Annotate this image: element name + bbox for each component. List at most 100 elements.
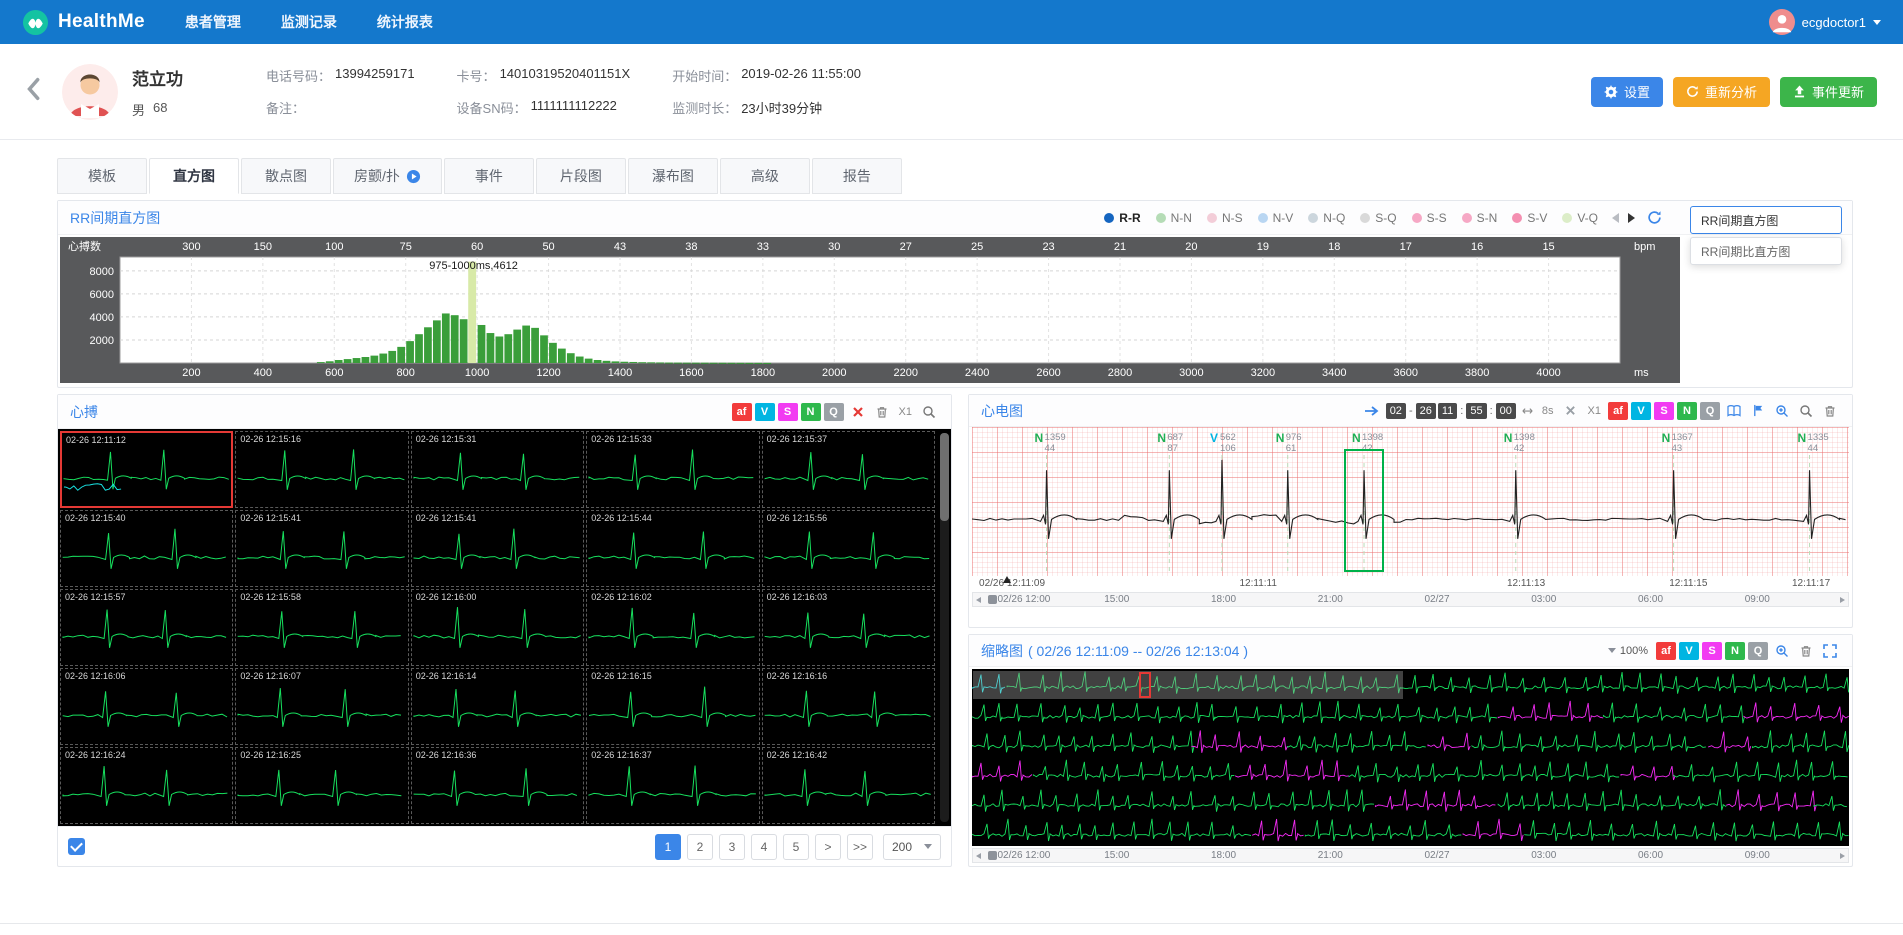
legend-item-N-Q[interactable]: N-Q (1308, 211, 1345, 225)
scroll-left-button[interactable] (976, 853, 981, 859)
datetime-segment[interactable]: 55 (1466, 403, 1486, 419)
datetime-segment[interactable]: 00 (1496, 403, 1516, 419)
beat-cell[interactable]: 02-26 12:16:03 (762, 589, 935, 666)
datetime-segment[interactable]: 26 (1416, 403, 1436, 419)
beat-cell[interactable]: 02-26 12:16:07 (235, 668, 408, 745)
user-menu[interactable]: ecgdoctor1 (1769, 9, 1881, 35)
class-button-af[interactable]: af (732, 403, 752, 421)
page-button-5[interactable]: 5 (783, 834, 809, 860)
beat-cell[interactable]: 02-26 12:15:37 (762, 431, 935, 508)
datetime-segment[interactable]: 02 (1386, 403, 1406, 419)
class-button-S[interactable]: S (1702, 642, 1722, 660)
legend-next-button[interactable] (1628, 213, 1635, 223)
scrollbar-thumb[interactable] (988, 595, 997, 604)
scroll-right-button[interactable] (1840, 597, 1845, 603)
beat-cell[interactable]: 02-26 12:15:40 (60, 510, 233, 587)
beats-scrollbar[interactable] (940, 433, 949, 822)
beat-cell[interactable]: 02-26 12:16:02 (586, 589, 759, 666)
class-button-V[interactable]: V (1631, 402, 1651, 420)
scrollbar-thumb[interactable] (940, 433, 949, 521)
nav-item-reports[interactable]: 统计报表 (377, 0, 433, 44)
selection-band[interactable] (973, 671, 1403, 699)
beat-cell[interactable]: 02-26 12:15:31 (411, 431, 584, 508)
scroll-right-button[interactable] (1840, 853, 1845, 859)
tab-scatter[interactable]: 散点图 (241, 158, 331, 194)
fullscreen-button[interactable] (1820, 641, 1840, 661)
refresh-chart-button[interactable] (1644, 208, 1664, 228)
beat-cell[interactable]: 02-26 12:15:56 (762, 510, 935, 587)
back-button[interactable] (26, 77, 52, 106)
class-button-N[interactable]: N (1677, 402, 1697, 420)
zoom-button[interactable] (919, 402, 939, 422)
beat-cell[interactable]: 02-26 12:16:00 (411, 589, 584, 666)
thumbnail-view[interactable] (972, 669, 1849, 846)
beat-cell[interactable]: 02-26 12:16:14 (411, 668, 584, 745)
scroll-left-button[interactable] (976, 597, 981, 603)
dropdown-selected-option[interactable]: RR间期直方图 (1690, 206, 1842, 234)
beat-cell[interactable]: 02-26 12:15:44 (586, 510, 759, 587)
event-update-button[interactable]: 事件更新 (1780, 77, 1877, 107)
clear-selection-button[interactable] (1561, 401, 1581, 421)
class-button-af[interactable]: af (1608, 402, 1628, 420)
settings-button[interactable]: 设置 (1591, 77, 1663, 107)
beat-cell[interactable]: 02-26 12:16:15 (586, 668, 759, 745)
beat-cell[interactable]: 02-26 12:16:36 (411, 747, 584, 824)
trash-button[interactable] (872, 402, 892, 422)
next-page-button[interactable]: > (815, 834, 841, 860)
legend-item-N-V[interactable]: N-V (1258, 211, 1294, 225)
rr-histogram-chart[interactable]: 2000400060008000300150100756050433833302… (60, 237, 1680, 383)
ecg-strip[interactable]: N135944N68787V562106N97661N139842N139842… (972, 427, 1849, 576)
datetime-picker[interactable]: 02-2611:55:00 (1386, 403, 1516, 419)
legend-item-N-S[interactable]: N-S (1207, 211, 1243, 225)
beat-cell[interactable]: 02-26 12:16:06 (60, 668, 233, 745)
class-button-S[interactable]: S (1654, 402, 1674, 420)
page-button-3[interactable]: 3 (719, 834, 745, 860)
legend-item-S-V[interactable]: S-V (1512, 211, 1547, 225)
beat-cell[interactable]: 02-26 12:15:41 (411, 510, 584, 587)
beat-cell[interactable]: 02-26 12:15:41 (235, 510, 408, 587)
beats-scale-label[interactable]: X1 (899, 406, 912, 418)
legend-item-S-N[interactable]: S-N (1462, 211, 1498, 225)
beat-cell[interactable]: 02-26 12:16:37 (586, 747, 759, 824)
dropdown-option[interactable]: RR间期比直方图 (1690, 237, 1842, 265)
beat-cell[interactable]: 02-26 12:16:42 (762, 747, 935, 824)
zoom-in-button[interactable] (1772, 401, 1792, 421)
lorenz-book-button[interactable] (1724, 401, 1744, 421)
tab-af[interactable]: 房颤/扑 (333, 158, 442, 194)
zoom-level-select[interactable]: 100% (1608, 645, 1648, 657)
zoom-button[interactable] (1796, 401, 1816, 421)
tab-waterfall[interactable]: 瀑布图 (628, 158, 718, 194)
window-length-select[interactable]: 8s (1542, 405, 1554, 417)
delete-beat-button[interactable] (848, 402, 868, 422)
beat-cell[interactable]: 02-26 12:11:12 (60, 431, 233, 508)
thumbnail-overview-scrollbar[interactable]: 02/26 12:0015:0018:0021:0002/2703:0006:0… (972, 848, 1849, 863)
trash-button[interactable] (1820, 401, 1840, 421)
class-button-Q[interactable]: Q (824, 403, 844, 421)
page-button-1[interactable]: 1 (655, 834, 681, 860)
tab-histogram[interactable]: 直方图 (149, 158, 239, 194)
legend-item-N-N[interactable]: N-N (1156, 211, 1192, 225)
class-button-N[interactable]: N (801, 403, 821, 421)
page-button-4[interactable]: 4 (751, 834, 777, 860)
tab-segments[interactable]: 片段图 (536, 158, 626, 194)
reanalyze-button[interactable]: 重新分析 (1673, 77, 1770, 107)
zoom-in-button[interactable] (1772, 641, 1792, 661)
page-size-select[interactable]: 200 (883, 834, 941, 860)
class-button-N[interactable]: N (1725, 642, 1745, 660)
datetime-segment[interactable]: 11 (1438, 403, 1457, 419)
last-page-button[interactable]: >> (847, 834, 873, 860)
class-button-S[interactable]: S (778, 403, 798, 421)
class-button-V[interactable]: V (1679, 642, 1699, 660)
histogram-type-dropdown[interactable]: RR间期直方图 RR间期比直方图 (1690, 206, 1842, 265)
nav-item-records[interactable]: 监测记录 (281, 0, 337, 44)
ecg-overview-scrollbar[interactable]: 02/26 12:0015:0018:0021:0002/2703:0006:0… (972, 592, 1849, 607)
legend-item-S-Q[interactable]: S-Q (1360, 211, 1396, 225)
beat-cell[interactable]: 02-26 12:15:58 (235, 589, 408, 666)
beat-cell[interactable]: 02-26 12:15:16 (235, 431, 408, 508)
page-button-2[interactable]: 2 (687, 834, 713, 860)
class-button-Q[interactable]: Q (1700, 402, 1720, 420)
beat-cell[interactable]: 02-26 12:16:25 (235, 747, 408, 824)
position-cursor[interactable] (1139, 672, 1151, 698)
nav-item-patients[interactable]: 患者管理 (185, 0, 241, 44)
tab-events[interactable]: 事件 (444, 158, 534, 194)
